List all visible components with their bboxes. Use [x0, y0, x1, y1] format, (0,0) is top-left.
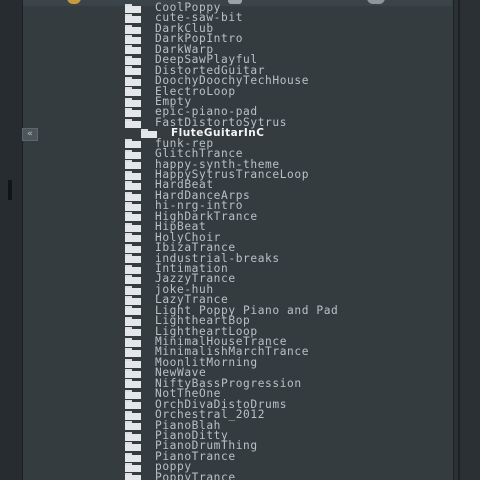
- folder-icon: [125, 202, 141, 212]
- folder-icon: [125, 369, 141, 379]
- folder-icon: [125, 160, 141, 170]
- left-gutter: [0, 0, 23, 480]
- folder-icon: [125, 222, 141, 232]
- folder-icon: [141, 128, 157, 138]
- folder-icon: [125, 181, 141, 191]
- collapse-button[interactable]: «: [22, 128, 38, 141]
- folder-icon: [125, 87, 141, 97]
- folder-icon: [125, 348, 141, 358]
- folder-icon: [125, 431, 141, 441]
- folder-icon: [125, 379, 141, 389]
- folder-icon: [125, 76, 141, 86]
- folder-icon: [125, 389, 141, 399]
- folder-icon: [125, 295, 141, 305]
- folder-icon: [125, 24, 141, 34]
- folder-icon: [125, 442, 141, 452]
- folder-icon: [125, 243, 141, 253]
- folder-icon: [125, 473, 141, 480]
- folder-icon: [125, 306, 141, 316]
- folder-icon: [125, 3, 141, 13]
- folder-icon: [125, 275, 141, 285]
- gutter-handle[interactable]: [8, 180, 12, 200]
- folder-icon: [125, 285, 141, 295]
- folder-icon: [125, 358, 141, 368]
- folder-icon: [125, 421, 141, 431]
- folder-icon: [125, 118, 141, 128]
- scrollbar[interactable]: [458, 0, 460, 480]
- folder-icon: [125, 233, 141, 243]
- folder-icon: [125, 462, 141, 472]
- folder-icon: [125, 149, 141, 159]
- folder-icon: [125, 14, 141, 24]
- folder-icon: [125, 410, 141, 420]
- folder-icon: [125, 45, 141, 55]
- file-list: CoolPoppy cute-saw-bit DarkClub DarkPopIntr…: [125, 2, 455, 480]
- folder-icon: [125, 108, 141, 118]
- browser-panel: « CoolPoppy cute-saw-bit DarkClub DarkPopIn…: [0, 0, 480, 480]
- folder-icon: [125, 337, 141, 347]
- folder-icon: [125, 139, 141, 149]
- folder-icon: [125, 55, 141, 65]
- folder-icon: [125, 35, 141, 45]
- folder-icon: [125, 212, 141, 222]
- folder-icon: [125, 264, 141, 274]
- list-item-label: PoppyTrance: [155, 470, 236, 480]
- list-item[interactable]: PoppyTrance: [125, 470, 455, 480]
- folder-icon: [125, 327, 141, 337]
- folder-icon: [125, 97, 141, 107]
- folder-icon: [125, 316, 141, 326]
- folder-icon: [125, 191, 141, 201]
- folder-icon: [125, 400, 141, 410]
- folder-icon: [125, 170, 141, 180]
- folder-icon: [125, 254, 141, 264]
- folder-icon: [125, 452, 141, 462]
- right-scroll-panel: [453, 0, 480, 480]
- toolbar-icon[interactable]: [67, 0, 81, 4]
- folder-icon: [125, 66, 141, 76]
